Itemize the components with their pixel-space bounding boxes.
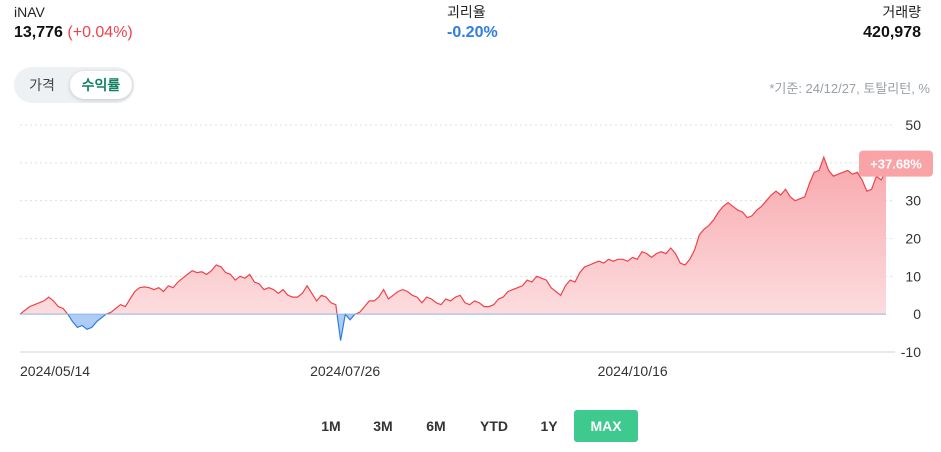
x-tick-label: 2024/07/26 (310, 363, 380, 379)
y-tick-label: 0 (913, 306, 921, 322)
tracking-error-label: 괴리율 (447, 4, 486, 20)
inav-change: (+0.04%) (67, 24, 133, 41)
volume-label: 거래량 (882, 4, 921, 20)
volume-value: 420,978 (863, 24, 921, 41)
basis-note: *기준: 24/12/27, 토탈리턴, % (769, 81, 930, 96)
y-tick-label: 50 (905, 117, 921, 133)
period-max-button[interactable]: MAX (574, 410, 638, 442)
period-ytd-button[interactable]: YTD (471, 410, 517, 442)
volume-stat: 거래량 420,978 (863, 4, 921, 44)
return-chart[interactable]: 50403020100-102024/05/142024/07/262024/1… (0, 108, 941, 388)
return-mode-button[interactable]: 수익률 (70, 71, 132, 99)
inav-value-row: 13,776 (+0.04%) (14, 22, 133, 44)
last-value-label: +37.68% (870, 157, 922, 172)
period-6m-button[interactable]: 6M (418, 410, 454, 442)
period-1m-button[interactable]: 1M (313, 410, 349, 442)
y-tick-label: 20 (905, 231, 921, 247)
inav-label: iNAV (14, 4, 45, 20)
y-tick-label: 10 (905, 268, 921, 284)
x-tick-label: 2024/05/14 (20, 363, 90, 379)
tracking-error-stat: 괴리율 -0.20% (447, 4, 498, 44)
positive-area (20, 157, 886, 315)
period-3m-button[interactable]: 3M (365, 410, 401, 442)
inav-value: 13,776 (14, 24, 63, 41)
tracking-error-value: -0.20% (447, 24, 498, 41)
y-tick-label: -10 (901, 344, 921, 360)
price-mode-button[interactable]: 가격 (18, 71, 66, 99)
chart-mode-toggle: 가격 수익률 (14, 67, 134, 103)
x-tick-label: 2024/10/16 (598, 363, 668, 379)
period-1y-button[interactable]: 1Y (533, 410, 565, 442)
y-tick-label: 30 (905, 193, 921, 209)
inav-stat: iNAV 13,776 (+0.04%) (14, 4, 133, 44)
